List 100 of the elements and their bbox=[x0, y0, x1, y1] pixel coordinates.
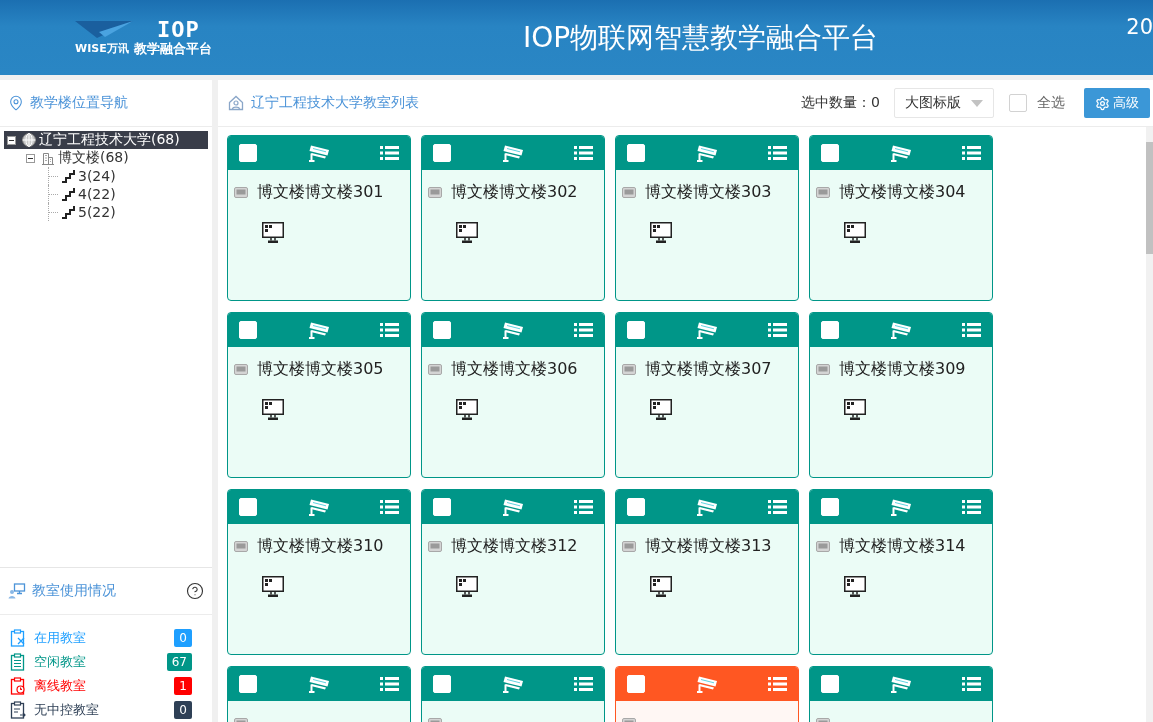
monitor-icon bbox=[456, 222, 478, 243]
select-all-checkbox[interactable] bbox=[1009, 94, 1027, 112]
classroom-card[interactable]: 博文楼博文楼307 bbox=[615, 312, 799, 478]
classroom-card[interactable]: 博文楼博文楼301 bbox=[227, 135, 411, 301]
classroom-card[interactable]: 博文楼博文楼302 bbox=[421, 135, 605, 301]
cctv-camera-icon[interactable] bbox=[500, 143, 525, 163]
list-icon[interactable] bbox=[380, 677, 399, 691]
classroom-card[interactable]: 博文楼博文楼303 bbox=[615, 135, 799, 301]
card-checkbox[interactable] bbox=[627, 144, 645, 162]
cctv-camera-icon[interactable] bbox=[306, 674, 331, 694]
card-checkbox[interactable] bbox=[239, 321, 257, 339]
classroom-card[interactable]: 博文楼博文楼304 bbox=[809, 135, 993, 301]
monitor-icon bbox=[844, 222, 866, 243]
list-icon[interactable] bbox=[768, 323, 787, 337]
cctv-camera-icon[interactable] bbox=[500, 497, 525, 517]
house-user-icon bbox=[228, 95, 244, 111]
classroom-card[interactable]: 博文楼博文楼309 bbox=[809, 312, 993, 478]
tree-item[interactable]: 博文楼(68) bbox=[23, 149, 208, 167]
card-checkbox[interactable] bbox=[627, 321, 645, 339]
cctv-camera-icon[interactable] bbox=[694, 674, 719, 694]
building-icon bbox=[41, 151, 55, 165]
card-checkbox[interactable] bbox=[821, 144, 839, 162]
list-icon[interactable] bbox=[574, 677, 593, 691]
screen-icon bbox=[816, 186, 830, 198]
scrollbar-track[interactable] bbox=[1146, 127, 1153, 722]
classroom-card[interactable]: 博文楼博文楼312 bbox=[421, 489, 605, 655]
card-checkbox[interactable] bbox=[433, 498, 451, 516]
list-icon[interactable] bbox=[768, 500, 787, 514]
usage-label[interactable]: 空闲教室 bbox=[34, 653, 159, 671]
clipboard-icon bbox=[10, 677, 26, 695]
room-name: 博文楼博文楼306 bbox=[451, 358, 578, 380]
clipboard-icon bbox=[10, 653, 26, 671]
classroom-card[interactable]: 博文楼博文楼313 bbox=[615, 489, 799, 655]
cctv-camera-icon[interactable] bbox=[888, 320, 913, 340]
room-name: 博文楼博文楼301 bbox=[257, 181, 384, 203]
cctv-camera-icon[interactable] bbox=[888, 674, 913, 694]
card-checkbox[interactable] bbox=[433, 321, 451, 339]
list-icon[interactable] bbox=[962, 500, 981, 514]
select-all-label[interactable]: 全选 bbox=[1037, 94, 1065, 112]
card-checkbox[interactable] bbox=[627, 675, 645, 693]
card-checkbox[interactable] bbox=[821, 321, 839, 339]
cctv-camera-icon[interactable] bbox=[888, 497, 913, 517]
card-checkbox[interactable] bbox=[239, 144, 257, 162]
cctv-camera-icon[interactable] bbox=[500, 674, 525, 694]
classroom-card[interactable]: 博文楼博文楼305 bbox=[227, 312, 411, 478]
cctv-camera-icon[interactable] bbox=[694, 320, 719, 340]
list-icon[interactable] bbox=[574, 323, 593, 337]
cctv-camera-icon[interactable] bbox=[306, 143, 331, 163]
classroom-card[interactable]: 博文楼博文楼310 bbox=[227, 489, 411, 655]
count-badge: 0 bbox=[174, 701, 192, 719]
monitor-icon bbox=[844, 576, 866, 597]
help-icon[interactable] bbox=[186, 582, 204, 600]
screen-icon bbox=[622, 540, 636, 552]
list-icon[interactable] bbox=[768, 677, 787, 691]
tree-item[interactable]: 3(24) bbox=[42, 167, 208, 185]
screen-icon bbox=[622, 363, 636, 375]
screen-icon bbox=[234, 186, 248, 198]
room-name: 博文楼博文楼313 bbox=[645, 535, 772, 557]
list-icon[interactable] bbox=[380, 323, 399, 337]
view-select[interactable]: 大图标版 bbox=[894, 88, 994, 118]
screen-icon bbox=[816, 540, 830, 552]
list-icon[interactable] bbox=[574, 146, 593, 160]
cctv-camera-icon[interactable] bbox=[694, 497, 719, 517]
room-name: 博文楼博文楼310 bbox=[257, 535, 384, 557]
cctv-camera-icon[interactable] bbox=[888, 143, 913, 163]
screen-icon bbox=[428, 186, 442, 198]
cctv-camera-icon[interactable] bbox=[694, 143, 719, 163]
card-checkbox[interactable] bbox=[239, 675, 257, 693]
globe-icon bbox=[22, 133, 36, 147]
card-checkbox[interactable] bbox=[627, 498, 645, 516]
tree-item[interactable]: 5(22) bbox=[42, 203, 208, 221]
monitor-user-icon bbox=[8, 583, 26, 599]
tree-item[interactable]: 4(22) bbox=[42, 185, 208, 203]
cctv-camera-icon[interactable] bbox=[500, 320, 525, 340]
list-icon[interactable] bbox=[380, 500, 399, 514]
card-checkbox[interactable] bbox=[433, 144, 451, 162]
tree-item[interactable]: 辽宁工程技术大学(68) bbox=[4, 131, 208, 149]
monitor-icon bbox=[650, 576, 672, 597]
list-icon[interactable] bbox=[962, 677, 981, 691]
count-badge: 67 bbox=[166, 653, 192, 671]
classroom-card[interactable]: 博文楼博文楼306 bbox=[421, 312, 605, 478]
collapse-icon[interactable] bbox=[7, 135, 16, 145]
scrollbar-thumb[interactable] bbox=[1146, 142, 1153, 254]
clipboard-icon bbox=[10, 629, 26, 647]
cctv-camera-icon[interactable] bbox=[306, 320, 331, 340]
list-icon[interactable] bbox=[768, 146, 787, 160]
usage-label[interactable]: 离线教室 bbox=[34, 677, 166, 695]
classroom-card[interactable]: 博文楼博文楼314 bbox=[809, 489, 993, 655]
usage-label[interactable]: 无中控教室 bbox=[34, 701, 166, 719]
list-icon[interactable] bbox=[574, 500, 593, 514]
list-icon[interactable] bbox=[962, 323, 981, 337]
list-icon[interactable] bbox=[962, 146, 981, 160]
card-checkbox[interactable] bbox=[433, 675, 451, 693]
logo-brand: WISE万讯 bbox=[75, 42, 129, 56]
card-checkbox[interactable] bbox=[821, 675, 839, 693]
collapse-icon[interactable] bbox=[26, 153, 35, 163]
list-icon[interactable] bbox=[380, 146, 399, 160]
card-checkbox[interactable] bbox=[821, 498, 839, 516]
cctv-camera-icon[interactable] bbox=[306, 497, 331, 517]
card-checkbox[interactable] bbox=[239, 498, 257, 516]
